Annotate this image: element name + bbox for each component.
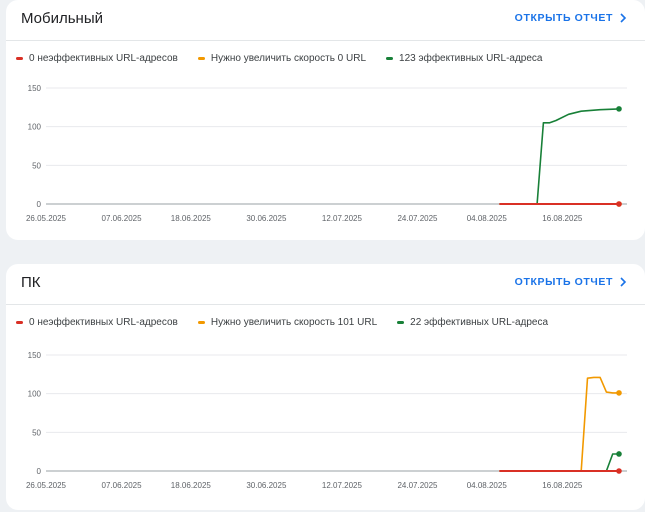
y-tick-label: 100 <box>28 390 42 399</box>
x-tick-label: 26.05.2025 <box>26 481 67 490</box>
x-tick-label: 18.06.2025 <box>171 481 212 490</box>
mobile-card: Мобильный ОТКРЫТЬ ОТЧЕТ 0 неэффективных … <box>6 0 645 240</box>
x-tick-label: 16.08.2025 <box>542 481 583 490</box>
x-tick-label: 24.07.2025 <box>397 481 438 490</box>
y-tick-label: 150 <box>28 84 42 93</box>
pc-chart: 0 50 100 150 26.05.2025 07.06.2025 18.06.2025 3… <box>26 351 627 490</box>
x-tick-label: 16.08.2025 <box>542 214 583 223</box>
y-tick-label: 50 <box>32 428 41 437</box>
series-endpoint-poor <box>616 201 622 207</box>
x-tick-label: 07.06.2025 <box>102 481 143 490</box>
x-tick-label: 30.06.2025 <box>246 481 287 490</box>
x-tick-label: 18.06.2025 <box>171 214 212 223</box>
series-line-needs-improvement <box>499 376 619 472</box>
y-tick-label: 150 <box>28 351 42 360</box>
x-tick-label: 12.07.2025 <box>322 214 363 223</box>
y-tick-label: 0 <box>37 467 42 476</box>
mobile-chart: 0 50 100 150 26.05.2025 07.06.2025 18.06.2025 3… <box>26 84 627 223</box>
x-tick-label: 04.08.2025 <box>467 481 508 490</box>
x-tick-label: 30.06.2025 <box>246 214 287 223</box>
x-tick-label: 07.06.2025 <box>102 214 143 223</box>
series-endpoint-good <box>616 106 622 112</box>
series-endpoint-needs-improvement <box>616 390 622 396</box>
series-endpoint-good <box>616 451 622 457</box>
y-tick-label: 50 <box>32 161 41 170</box>
series-line-good <box>499 453 619 472</box>
x-tick-label: 12.07.2025 <box>322 481 363 490</box>
pc-card: ПК ОТКРЫТЬ ОТЧЕТ 0 неэффективных URL-адр… <box>6 264 645 510</box>
x-tick-label: 24.07.2025 <box>397 214 438 223</box>
x-tick-label: 26.05.2025 <box>26 214 67 223</box>
y-tick-label: 100 <box>28 123 42 132</box>
series-line-good <box>499 108 620 205</box>
series-endpoint-poor <box>616 468 622 474</box>
y-tick-label: 0 <box>37 200 42 209</box>
x-tick-label: 04.08.2025 <box>467 214 508 223</box>
